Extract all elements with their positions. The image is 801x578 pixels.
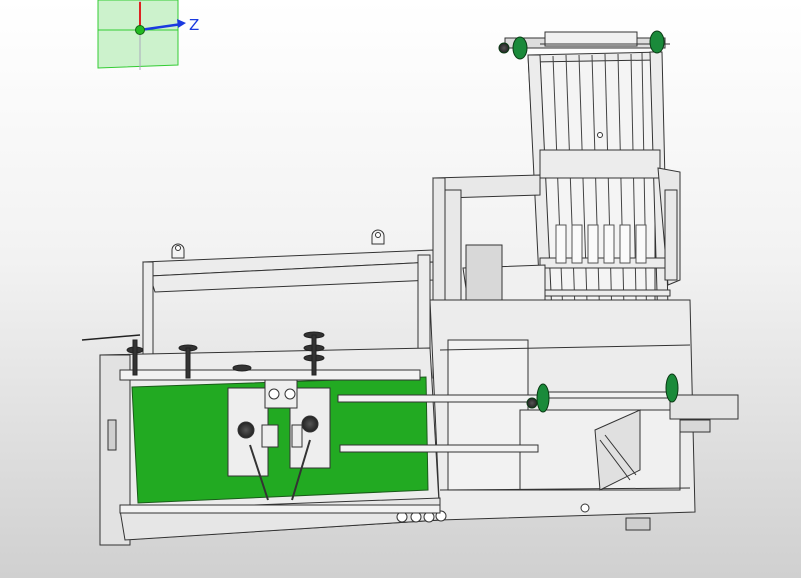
cad-viewport[interactable]: Z	[0, 0, 801, 578]
z-axis-label: Z	[189, 16, 199, 34]
triad-origin	[135, 25, 145, 35]
machine-model[interactable]	[0, 0, 801, 578]
base-right	[429, 299, 739, 531]
axis-triad[interactable]: Z	[0, 0, 210, 75]
z-axis-arrow	[177, 19, 186, 28]
